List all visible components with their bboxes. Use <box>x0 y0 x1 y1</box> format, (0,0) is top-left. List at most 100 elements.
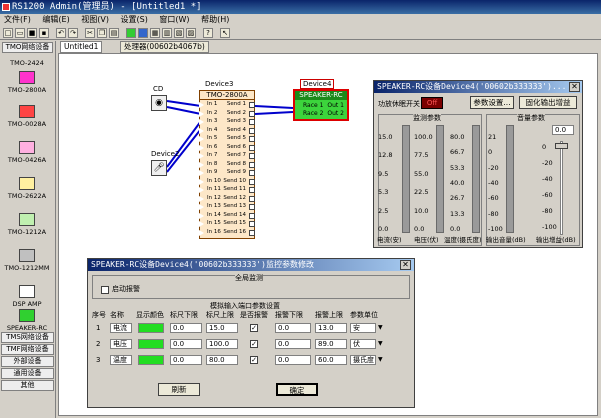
device4-input-2[interactable]: Race 2 <box>303 110 323 117</box>
device4-output-2[interactable]: Out 2 <box>327 110 344 117</box>
device4-output-1[interactable]: Out 1 <box>327 102 344 109</box>
amp-sleep-toggle[interactable]: Off <box>421 97 443 109</box>
device3-block[interactable]: TMO-2800A In 1 Send 1 In 2 Send 2 In 3 Send 3… <box>199 90 255 239</box>
save-as-icon[interactable]: ▪ <box>39 28 49 38</box>
row-alarm-checkbox[interactable]: ✓ <box>250 356 258 364</box>
row-scale-high-field[interactable]: 15.0 <box>206 323 238 333</box>
menu-help[interactable]: 帮助(H) <box>201 15 229 24</box>
align-icon[interactable]: ▧ <box>174 28 184 38</box>
output-port-icon[interactable] <box>249 212 255 219</box>
output-port-icon[interactable] <box>249 110 255 117</box>
input-port-icon[interactable] <box>199 195 204 202</box>
tab-processor[interactable]: 处理器(00602b4067b) <box>120 41 209 53</box>
open-folder-icon[interactable]: ▭ <box>15 28 25 38</box>
row-scale-high-field[interactable]: 100.0 <box>206 339 238 349</box>
library-device-tmo-2800a[interactable]: TMO-2800A <box>0 71 54 94</box>
menu-edit[interactable]: 编辑(E) <box>42 15 69 24</box>
output-port-icon[interactable] <box>249 127 255 134</box>
menu-view[interactable]: 视图(V) <box>81 15 109 24</box>
close-icon[interactable]: ✕ <box>400 260 411 270</box>
row-alarm-checkbox[interactable]: ✓ <box>250 324 258 332</box>
input-port-icon[interactable] <box>199 153 204 159</box>
cd-device-icon[interactable]: ◉ <box>151 95 167 111</box>
input-port-icon[interactable] <box>199 144 204 151</box>
pointer-help-icon[interactable]: ↖ <box>220 28 230 38</box>
other-devices-button[interactable]: 其他 <box>1 380 54 391</box>
tab-untitled1[interactable]: Untitled1 <box>60 41 103 53</box>
row-name-field[interactable]: 电流 <box>110 323 132 333</box>
output-gain-slider-thumb[interactable] <box>555 143 568 149</box>
tmf-network-devices-button[interactable]: TMF网络设备 <box>1 344 54 355</box>
chevron-down-icon[interactable]: ▼ <box>378 339 383 349</box>
close-icon[interactable]: ✕ <box>569 82 580 92</box>
output-port-icon[interactable] <box>249 229 255 236</box>
row-unit-select[interactable]: 安 <box>350 323 376 333</box>
row-scale-high-field[interactable]: 80.0 <box>206 355 238 365</box>
row-color-swatch[interactable] <box>138 339 164 349</box>
monitor-param-dialog-title[interactable]: SPEAKER-RC设备Device4('00602b333333')监控参数修… <box>88 259 414 271</box>
input-port-icon[interactable] <box>199 178 204 185</box>
row-alarm-low-field[interactable]: 0.0 <box>275 355 311 365</box>
row-scale-low-field[interactable]: 0.0 <box>170 339 202 349</box>
row-alarm-low-field[interactable]: 0.0 <box>275 339 311 349</box>
new-file-icon[interactable]: □ <box>3 28 13 38</box>
chevron-down-icon[interactable]: ▼ <box>378 323 383 333</box>
input-port-icon[interactable] <box>199 170 204 176</box>
output-port-icon[interactable] <box>249 161 255 168</box>
row-scale-low-field[interactable]: 0.0 <box>170 323 202 333</box>
refresh-button[interactable]: 刷新 <box>158 383 200 396</box>
row-name-field[interactable]: 电压 <box>110 339 132 349</box>
output-port-icon[interactable] <box>249 195 255 202</box>
row-scale-low-field[interactable]: 0.0 <box>170 355 202 365</box>
output-port-icon[interactable] <box>249 170 255 176</box>
menu-file[interactable]: 文件(F) <box>4 15 31 24</box>
input-port-icon[interactable] <box>199 119 204 125</box>
chevron-down-icon[interactable]: ▼ <box>378 355 383 365</box>
row-color-swatch[interactable] <box>138 355 164 365</box>
general-devices-button[interactable]: 通用设备 <box>1 368 54 379</box>
output-gain-slider-track[interactable] <box>560 141 563 235</box>
library-device-tmo-2622a[interactable]: TMO-2622A <box>0 177 54 200</box>
device-icon[interactable] <box>138 28 148 38</box>
volume-value-field[interactable]: 0.0 <box>552 125 574 135</box>
library-device-dsp-amp[interactable]: DSP AMP <box>0 285 54 308</box>
input-port-icon[interactable] <box>199 212 204 219</box>
input-port-icon[interactable] <box>199 187 204 193</box>
row-alarm-low-field[interactable]: 0.0 <box>275 323 311 333</box>
row-alarm-high-field[interactable]: 89.0 <box>315 339 347 349</box>
output-port-icon[interactable] <box>249 119 255 125</box>
output-port-icon[interactable] <box>249 136 255 142</box>
row-name-field[interactable]: 温度 <box>110 355 132 365</box>
library-device-tmo-0426a[interactable]: TMO-0426A <box>0 141 54 164</box>
output-port-icon[interactable] <box>249 221 255 227</box>
row-alarm-high-field[interactable]: 60.0 <box>315 355 347 365</box>
input-port-icon[interactable] <box>199 229 204 236</box>
library-device-tmo-1212a[interactable]: TMO-1212A <box>0 213 54 236</box>
online-icon[interactable] <box>126 28 136 38</box>
tms-network-devices-button[interactable]: TMS网络设备 <box>1 332 54 343</box>
help-icon[interactable]: ? <box>203 28 213 38</box>
grid-icon[interactable]: ▦ <box>150 28 160 38</box>
input-port-icon[interactable] <box>199 221 204 227</box>
row-unit-select[interactable]: 伏 <box>350 339 376 349</box>
library-device-tmo-1212mm[interactable]: TMO-1212MM <box>0 249 54 272</box>
undo-icon[interactable]: ↶ <box>56 28 66 38</box>
redo-icon[interactable]: ↷ <box>68 28 78 38</box>
ok-button[interactable]: 确定 <box>276 383 318 396</box>
output-port-icon[interactable] <box>249 204 255 210</box>
output-port-icon[interactable] <box>249 187 255 193</box>
copy-icon[interactable]: ❐ <box>97 28 107 38</box>
input-port-icon[interactable] <box>199 127 204 134</box>
input-port-icon[interactable] <box>199 102 204 108</box>
library-device-speaker-rc[interactable]: SPEAKER-RC <box>0 309 54 332</box>
library-device-tmo-0028a[interactable]: TMO-0028A <box>0 105 54 128</box>
input-port-icon[interactable] <box>199 136 204 142</box>
speaker-monitor-title[interactable]: SPEAKER-RC设备Device4('00602b333333')... <box>374 81 582 93</box>
output-port-icon[interactable] <box>249 178 255 185</box>
output-port-icon[interactable] <box>249 102 255 108</box>
output-port-icon[interactable] <box>249 153 255 159</box>
row-alarm-checkbox[interactable]: ✓ <box>250 340 258 348</box>
input-port-icon[interactable] <box>199 204 204 210</box>
library-device-tmo-2424[interactable]: TMO-2424 <box>0 59 54 67</box>
list-icon[interactable]: ▥ <box>162 28 172 38</box>
